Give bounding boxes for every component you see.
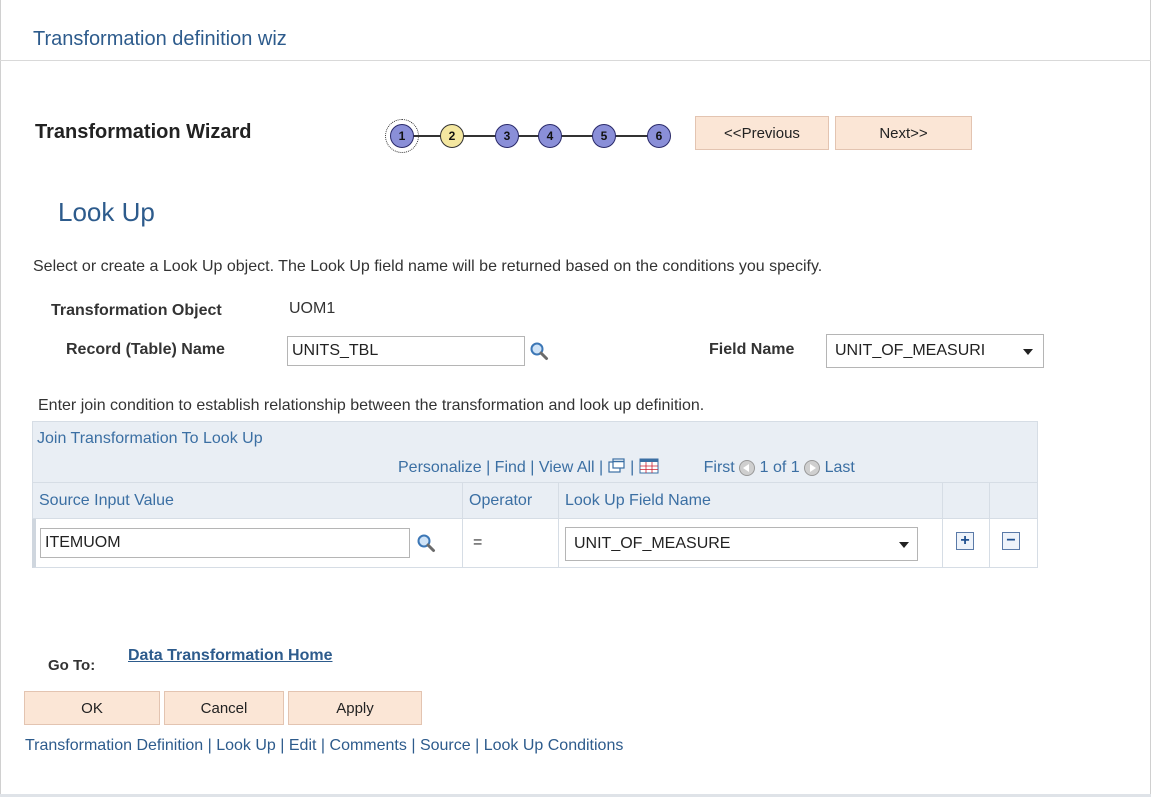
- record-name-label: Record (Table) Name: [66, 341, 225, 358]
- add-cell: +: [943, 519, 990, 568]
- lookup-field-select[interactable]: UNIT_OF_MEASURE: [565, 527, 918, 561]
- column-header-add: [943, 483, 990, 519]
- instructions-text: Select or create a Look Up object. The L…: [33, 258, 823, 275]
- personalize-link[interactable]: Personalize: [398, 459, 482, 476]
- step-3[interactable]: 3: [495, 124, 519, 148]
- step-6[interactable]: 6: [647, 124, 671, 148]
- window-title: Transformation definition wiz: [33, 28, 287, 50]
- lookup-field-value: UNIT_OF_MEASURE: [574, 535, 731, 552]
- step-connector: [397, 135, 667, 137]
- wizard-label: Transformation Wizard: [35, 121, 252, 143]
- footer-divider: [0, 794, 1151, 797]
- goto-label: Go To:: [48, 657, 96, 674]
- column-header-operator: Operator: [463, 483, 559, 519]
- source-input-field[interactable]: ITEMUOM: [40, 528, 410, 558]
- step-4[interactable]: 4: [538, 124, 562, 148]
- ok-button[interactable]: OK: [24, 691, 160, 725]
- operator-cell: =: [463, 519, 559, 568]
- delete-row-minus-icon[interactable]: −: [1002, 532, 1020, 550]
- lookup-field-chevron-down-icon: [899, 542, 909, 548]
- separator: |: [486, 459, 491, 476]
- previous-row-icon[interactable]: [739, 459, 756, 476]
- separator: |: [630, 459, 635, 476]
- pagination-text: 1 of 1: [759, 459, 800, 476]
- field-name-label: Field Name: [709, 341, 795, 358]
- step-1[interactable]: 1: [385, 119, 419, 153]
- nav-link-edit[interactable]: Edit: [289, 737, 317, 754]
- nav-link-comments[interactable]: Comments: [330, 737, 407, 754]
- field-name-chevron-down-icon: [1023, 349, 1033, 355]
- title-bar: Transformation definition wiz: [0, 0, 1151, 61]
- cancel-button[interactable]: Cancel: [164, 691, 284, 725]
- spreadsheet-icon[interactable]: [639, 458, 659, 474]
- transformation-object-label: Transformation Object: [51, 302, 222, 319]
- find-link[interactable]: Find: [495, 459, 526, 476]
- record-lookup-search-icon[interactable]: [529, 341, 549, 361]
- step-2-current[interactable]: 2: [440, 124, 464, 148]
- operator-value: =: [473, 534, 483, 551]
- nav-link-look-up-conditions[interactable]: Look Up Conditions: [484, 737, 624, 754]
- next-row-icon[interactable]: [804, 459, 821, 476]
- lookup-field-cell: UNIT_OF_MEASURE: [559, 519, 943, 568]
- wizard-steps: 1 2 3 4 5 6: [371, 118, 681, 158]
- separator: |: [599, 459, 604, 476]
- field-name-value: UNIT_OF_MEASURI: [835, 342, 986, 359]
- add-row-plus-icon[interactable]: +: [956, 532, 974, 550]
- nav-link-look-up[interactable]: Look Up: [216, 737, 276, 754]
- step-5[interactable]: 5: [592, 124, 616, 148]
- transformation-object-value: UOM1: [289, 300, 336, 317]
- table-row: ITEMUOM: [32, 519, 463, 568]
- bottom-navigation: Transformation Definition | Look Up | Ed…: [25, 737, 624, 754]
- page-title: Look Up: [58, 197, 155, 227]
- grid-title: Join Transformation To Look Up: [37, 430, 263, 447]
- field-name-select[interactable]: UNIT_OF_MEASURI: [826, 334, 1044, 368]
- nav-link-transformation-definition[interactable]: Transformation Definition: [25, 737, 203, 754]
- previous-button[interactable]: <<Previous: [695, 116, 829, 150]
- view-all-link[interactable]: View All: [539, 459, 595, 476]
- record-name-input[interactable]: UNITS_TBL: [287, 336, 525, 366]
- data-transformation-home-link[interactable]: Data Transformation Home: [128, 647, 332, 665]
- last-label[interactable]: Last: [825, 459, 855, 476]
- join-grid: Join Transformation To Look Up Personali…: [32, 421, 1042, 571]
- column-header-source: Source Input Value: [32, 483, 463, 519]
- source-search-icon[interactable]: [416, 533, 436, 553]
- join-instructions-text: Enter join condition to establish relati…: [38, 397, 705, 414]
- new-window-icon[interactable]: [608, 458, 626, 474]
- column-header-lookup-field: Look Up Field Name: [559, 483, 943, 519]
- grid-navigation: Personalize | Find | View All | | First: [398, 458, 855, 477]
- first-label[interactable]: First: [704, 459, 735, 476]
- column-header-delete: [990, 483, 1038, 519]
- separator: |: [530, 459, 535, 476]
- nav-link-source[interactable]: Source: [420, 737, 471, 754]
- next-button[interactable]: Next>>: [835, 116, 972, 150]
- grid-header: Join Transformation To Look Up Personali…: [32, 421, 1038, 483]
- apply-button[interactable]: Apply: [288, 691, 422, 725]
- delete-cell: −: [990, 519, 1038, 568]
